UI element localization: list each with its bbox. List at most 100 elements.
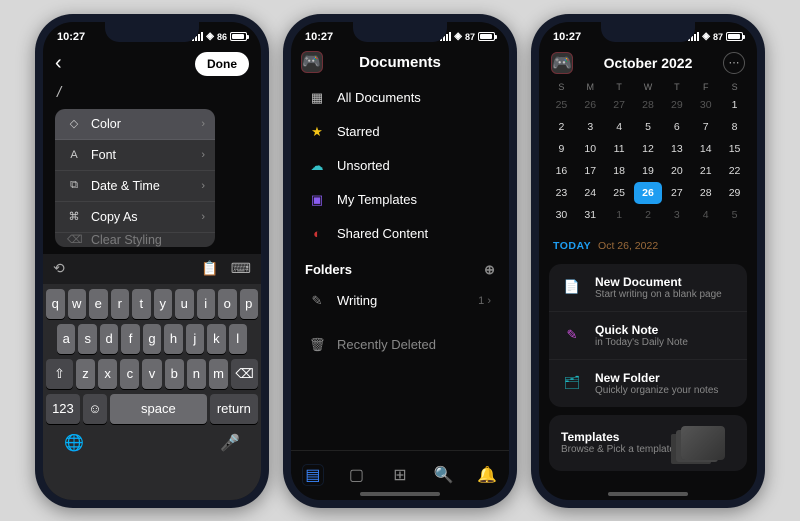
calendar-day[interactable]: 10 <box>576 138 605 160</box>
key-i[interactable]: i <box>197 289 216 319</box>
key-n[interactable]: n <box>187 359 206 389</box>
key-a[interactable]: a <box>57 324 75 354</box>
calendar-day[interactable]: 25 <box>605 182 634 204</box>
calendar-day[interactable]: 26 <box>576 94 605 116</box>
templates-card[interactable]: Templates Browse & Pick a template <box>549 415 747 471</box>
calendar-day[interactable]: 31 <box>576 204 605 226</box>
calendar-day[interactable]: 5 <box>720 204 749 226</box>
calendar-day[interactable]: 11 <box>605 138 634 160</box>
nav-my-templates[interactable]: ▣My Templates <box>295 183 505 217</box>
menu-item-date-time[interactable]: ⧉Date & Time› <box>55 171 215 202</box>
key-y[interactable]: y <box>154 289 173 319</box>
key-q[interactable]: q <box>46 289 65 319</box>
tab-new[interactable]: ⊞ <box>389 464 411 486</box>
calendar-day[interactable]: 29 <box>720 182 749 204</box>
key-r[interactable]: r <box>111 289 130 319</box>
calendar-day[interactable]: 2 <box>547 116 576 138</box>
add-folder-icon[interactable]: ⊕ <box>484 262 495 278</box>
calendar-day[interactable]: 2 <box>634 204 663 226</box>
menu-item-color[interactable]: ◇Color› <box>55 109 215 140</box>
action-new-document[interactable]: 📄New DocumentStart writing on a blank pa… <box>549 264 747 312</box>
key-j[interactable]: j <box>186 324 204 354</box>
mic-icon[interactable]: 🎤 <box>220 433 240 453</box>
calendar-day[interactable]: 22 <box>720 160 749 182</box>
calendar-day[interactable]: 1 <box>605 204 634 226</box>
calendar-day[interactable]: 20 <box>662 160 691 182</box>
key-l[interactable]: l <box>229 324 247 354</box>
more-button[interactable]: ⋯ <box>723 52 745 74</box>
globe-icon[interactable]: 🌐 <box>64 433 84 453</box>
tab-today[interactable]: ▢ <box>345 464 367 486</box>
nav-starred[interactable]: ★Starred <box>295 115 505 149</box>
calendar-day[interactable]: 29 <box>662 94 691 116</box>
keyboard-toggle-icon[interactable]: ⌨ <box>231 260 251 277</box>
nav-all-documents[interactable]: ▦All Documents <box>295 81 505 115</box>
calendar-day[interactable]: 15 <box>720 138 749 160</box>
done-button[interactable]: Done <box>195 52 249 76</box>
calendar-day[interactable]: 4 <box>605 116 634 138</box>
key-123[interactable]: 123 <box>46 394 80 424</box>
calendar-day[interactable]: 3 <box>662 204 691 226</box>
calendar-day[interactable]: 26 <box>634 182 663 204</box>
calendar-day[interactable]: 27 <box>662 182 691 204</box>
calendar-day[interactable]: 5 <box>634 116 663 138</box>
calendar-day[interactable]: 3 <box>576 116 605 138</box>
folder-writing[interactable]: ✎Writing1 › <box>295 284 505 318</box>
key-v[interactable]: v <box>142 359 161 389</box>
key-m[interactable]: m <box>209 359 228 389</box>
tab-documents[interactable]: ▤ <box>302 464 324 486</box>
editor-content[interactable]: / <box>43 82 261 103</box>
key-p[interactable]: p <box>240 289 259 319</box>
calendar-day[interactable]: 16 <box>547 160 576 182</box>
calendar-day[interactable]: 28 <box>634 94 663 116</box>
nav-unsorted[interactable]: ☁Unsorted <box>295 149 505 183</box>
back-button[interactable]: ‹ <box>55 52 62 75</box>
menu-item-clear-styling[interactable]: ⌫Clear Styling <box>55 233 215 247</box>
key-⇧[interactable]: ⇧ <box>46 359 73 389</box>
calendar-day[interactable]: 18 <box>605 160 634 182</box>
calendar-day[interactable]: 8 <box>720 116 749 138</box>
action-quick-note[interactable]: ✎Quick Notein Today's Daily Note <box>549 312 747 360</box>
calendar-day[interactable]: 7 <box>691 116 720 138</box>
tab-search[interactable]: 🔍 <box>433 464 455 486</box>
calendar-day[interactable]: 19 <box>634 160 663 182</box>
avatar[interactable]: 🎮 <box>551 52 573 74</box>
calendar-day[interactable]: 21 <box>691 160 720 182</box>
key-b[interactable]: b <box>165 359 184 389</box>
key-h[interactable]: h <box>164 324 182 354</box>
nav-shared-content[interactable]: ◐Shared Content <box>295 217 505 250</box>
menu-item-copy-as[interactable]: ⌘Copy As› <box>55 202 215 233</box>
key-u[interactable]: u <box>175 289 194 319</box>
recently-deleted[interactable]: 🗑 Recently Deleted <box>295 328 505 362</box>
key-k[interactable]: k <box>207 324 225 354</box>
key-space[interactable]: space <box>110 394 207 424</box>
key-emoji[interactable]: ☺ <box>83 394 107 424</box>
key-s[interactable]: s <box>78 324 96 354</box>
calendar-day[interactable]: 30 <box>547 204 576 226</box>
calendar-day[interactable]: 17 <box>576 160 605 182</box>
key-g[interactable]: g <box>143 324 161 354</box>
key-x[interactable]: x <box>98 359 117 389</box>
calendar-day[interactable]: 24 <box>576 182 605 204</box>
calendar-day[interactable]: 14 <box>691 138 720 160</box>
key-f[interactable]: f <box>121 324 139 354</box>
calendar-day[interactable]: 4 <box>691 204 720 226</box>
key-d[interactable]: d <box>100 324 118 354</box>
paste-icon[interactable]: 📋 <box>201 260 218 277</box>
calendar-day[interactable]: 1 <box>720 94 749 116</box>
key-e[interactable]: e <box>89 289 108 319</box>
action-new-folder[interactable]: 🗂New FolderQuickly organize your notes <box>549 360 747 407</box>
calendar-day[interactable]: 23 <box>547 182 576 204</box>
key-z[interactable]: z <box>76 359 95 389</box>
key-c[interactable]: c <box>120 359 139 389</box>
avatar[interactable]: 🎮 <box>301 51 323 73</box>
calendar-day[interactable]: 12 <box>634 138 663 160</box>
menu-item-font[interactable]: AFont› <box>55 140 215 171</box>
calendar-day[interactable]: 13 <box>662 138 691 160</box>
key-w[interactable]: w <box>68 289 87 319</box>
undo-icon[interactable]: ⟲ <box>53 260 65 277</box>
key-t[interactable]: t <box>132 289 151 319</box>
calendar-day[interactable]: 27 <box>605 94 634 116</box>
key-⌫[interactable]: ⌫ <box>231 359 258 389</box>
key-return[interactable]: return <box>210 394 258 424</box>
